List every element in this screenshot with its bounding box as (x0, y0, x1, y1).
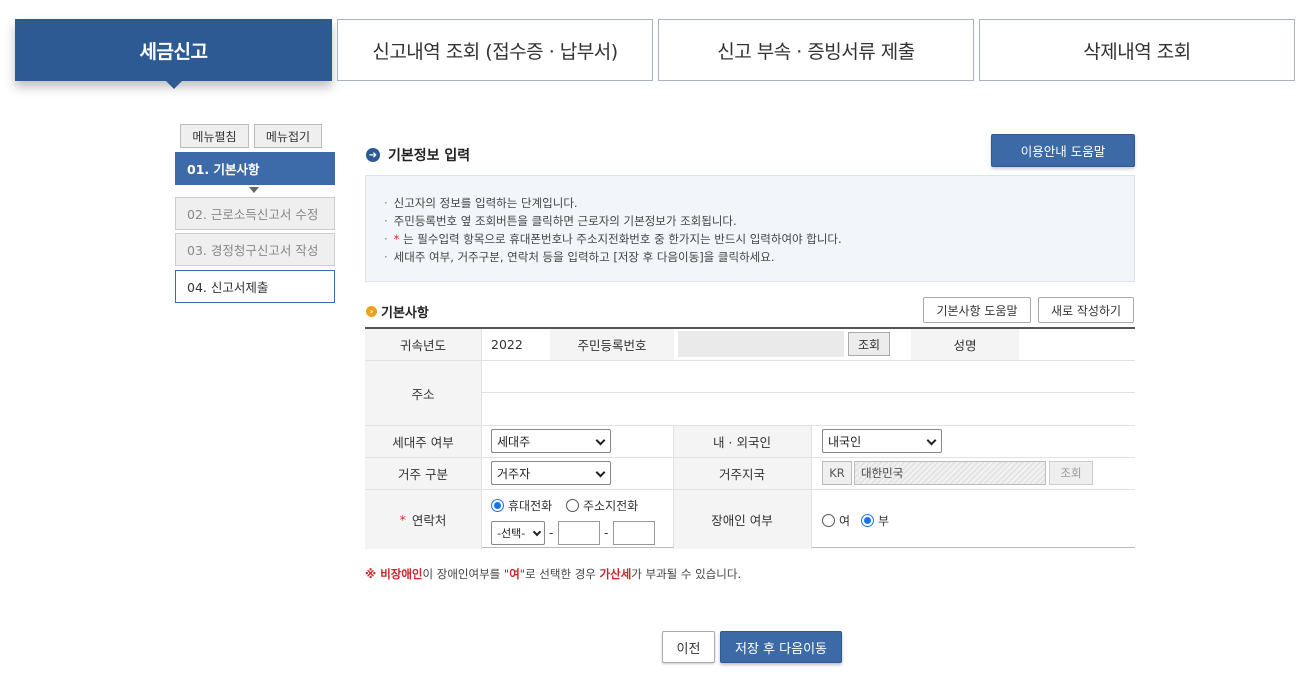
radio-unchecked-icon (566, 498, 579, 512)
basic-info-form: 귀속년도 2022 주민등록번호 조회 성명 주소 세대주 여부 세대주 내 ·… (365, 327, 1135, 549)
info-box: 신고자의 정보를 입력하는 단계입니다. 주민등록번호 옆 조회버튼을 클릭하면… (365, 175, 1135, 282)
note-yes: 여 (509, 567, 520, 581)
chevron-down-icon (595, 435, 606, 446)
tab-deleted-history[interactable]: 삭제내역 조회 (979, 19, 1295, 81)
prev-button[interactable]: 이전 (662, 631, 715, 663)
mobile-radio-label: 휴대전화 (508, 498, 553, 513)
tab-tax-filing[interactable]: 세금신고 (15, 19, 332, 89)
year-value: 2022 (491, 337, 523, 352)
domestic-select[interactable]: 내국인 (822, 429, 942, 453)
note-text: 이 장애인여부를 " (422, 567, 510, 581)
phone-prefix-value: -선택- (497, 527, 526, 540)
basic-help-button[interactable]: 기본사항 도움말 (923, 297, 1031, 323)
chevron-circle-icon: › (366, 306, 377, 317)
disabled-no-label: 부 (878, 513, 890, 528)
home-phone-radio-label: 주소지전화 (583, 498, 639, 513)
country-lookup-button[interactable]: 조회 (1049, 461, 1093, 485)
disability-warning-note: ※ 비장애인이 장애인여부를 "여"로 선택한 경우 가산세가 부과될 수 있습… (365, 566, 741, 582)
tab-filing-history[interactable]: 신고내역 조회 (접수증 · 납부서) (337, 19, 653, 81)
step-caret-icon (249, 187, 259, 193)
radio-checked-icon (861, 513, 874, 527)
note-text: "로 선택한 경우 (519, 567, 600, 581)
rrn-label: 주민등록번호 (550, 329, 674, 360)
chevron-down-icon (595, 467, 606, 478)
mobile-radio[interactable]: 휴대전화 (491, 496, 552, 514)
domestic-label: 내 · 외국인 (673, 426, 811, 457)
residence-select[interactable]: 거주자 (491, 461, 611, 485)
dash-separator: - (549, 526, 554, 540)
section-title-text: 기본사항 (381, 306, 429, 321)
dash-separator: - (604, 526, 609, 540)
info-text: 는 필수입력 항목으로 휴대폰번호나 주소지전화번호 중 한가지는 반드시 입력… (403, 232, 842, 246)
rrn-lookup-button[interactable]: 조회 (848, 332, 890, 356)
required-mark: * (399, 512, 406, 527)
disabled-label: 장애인 여부 (673, 490, 811, 549)
householder-select[interactable]: 세대주 (491, 429, 611, 453)
step-earned-income-edit[interactable]: 02. 근로소득신고서 수정 (175, 197, 335, 230)
chevron-down-icon (532, 527, 542, 537)
step-correction-claim[interactable]: 03. 경정청구신고서 작성 (175, 233, 335, 266)
note-penalty: 가산세 (599, 567, 632, 581)
section-title: › 기본사항 (366, 302, 429, 321)
column-divider (673, 426, 674, 549)
tab-label: 삭제내역 조회 (1083, 40, 1191, 63)
householder-value: 세대주 (497, 434, 531, 449)
column-divider (481, 329, 482, 549)
disabled-no-radio[interactable]: 부 (861, 511, 889, 529)
country-label: 거주지국 (673, 458, 811, 489)
save-next-button[interactable]: 저장 후 다음이동 (720, 631, 842, 663)
usage-help-button[interactable]: 이용안내 도움말 (991, 134, 1135, 167)
info-line: 신고자의 정보를 입력하는 단계입니다. (384, 194, 1116, 212)
rrn-masked-field[interactable] (678, 331, 844, 357)
tab-label: 세금신고 (139, 40, 208, 63)
year-label: 귀속년도 (365, 329, 481, 360)
page-title: ➜ 기본정보 입력 (366, 145, 470, 165)
required-mark: * (393, 232, 400, 246)
step-submit[interactable]: 04. 신고서제출 (175, 270, 335, 303)
info-line: * 는 필수입력 항목으로 휴대폰번호나 주소지전화번호 중 한가지는 반드시 … (384, 230, 1116, 248)
top-tabs: 세금신고 신고내역 조회 (접수증 · 납부서) 신고 부속 · 증빙서류 제출… (15, 19, 1295, 89)
householder-label: 세대주 여부 (365, 426, 481, 457)
row-divider (481, 392, 1135, 393)
active-tab-caret-icon (164, 80, 183, 89)
residence-value: 거주자 (497, 466, 531, 481)
tab-label: 신고내역 조회 (접수증 · 납부서) (372, 40, 618, 63)
menu-expand-button[interactable]: 메뉴펼침 (180, 124, 249, 148)
new-form-button[interactable]: 새로 작성하기 (1038, 297, 1134, 323)
home-phone-radio[interactable]: 주소지전화 (566, 496, 638, 514)
radio-checked-icon (491, 498, 504, 512)
tab-label: 신고 부속 · 증빙서류 제출 (717, 40, 915, 63)
country-code: KR (822, 461, 852, 485)
info-line: 세대주 여부, 거주구분, 연락처 등을 입력하고 [저장 후 다음이동]을 클… (384, 248, 1116, 266)
phone-prefix-select[interactable]: -선택- (491, 521, 545, 545)
disabled-yes-label: 여 (839, 513, 851, 528)
info-line: 주민등록번호 옆 조회버튼을 클릭하면 근로자의 기본정보가 조회됩니다. (384, 212, 1116, 230)
arrow-right-circle-icon: ➜ (366, 148, 380, 162)
note-mark: ※ (365, 567, 381, 581)
phone-last-input[interactable] (613, 521, 655, 545)
contact-label-text: 연락처 (411, 513, 447, 528)
page-title-text: 기본정보 입력 (388, 148, 471, 164)
disabled-yes-radio[interactable]: 여 (822, 511, 850, 529)
chevron-down-icon (926, 435, 937, 446)
name-label: 성명 (911, 329, 1019, 360)
note-text: 가 부과될 수 있습니다. (631, 567, 742, 581)
radio-unchecked-icon (822, 513, 835, 527)
country-name: 대한민국 (854, 461, 1046, 485)
domestic-value: 내국인 (828, 434, 862, 449)
menu-collapse-button[interactable]: 메뉴접기 (254, 124, 322, 148)
step-basic-info[interactable]: 01. 기본사항 (175, 152, 335, 185)
contact-label: * 연락처 (365, 490, 481, 549)
address-label: 주소 (365, 361, 481, 425)
tab-attachment-submit[interactable]: 신고 부속 · 증빙서류 제출 (658, 19, 974, 81)
note-term: 비장애인 (380, 567, 423, 581)
column-divider (811, 426, 812, 549)
phone-middle-input[interactable] (558, 521, 600, 545)
residence-label: 거주 구분 (365, 458, 481, 489)
